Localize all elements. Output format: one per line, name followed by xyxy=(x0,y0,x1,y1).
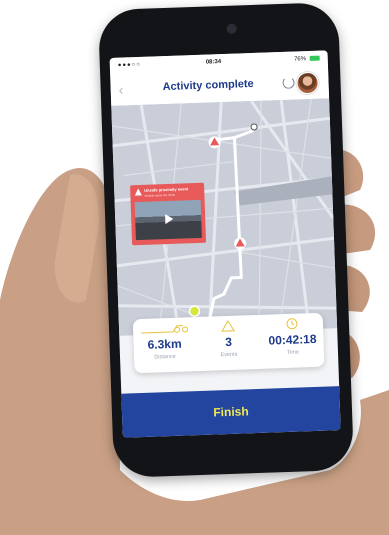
finish-button[interactable]: Finish xyxy=(121,386,341,438)
signal-indicator: ●●●○○ xyxy=(117,61,142,69)
alert-subtitle: Vehicle came too close xyxy=(144,192,176,198)
page-title: Activity complete xyxy=(162,77,254,94)
alert-title: Unsafe proximity event xyxy=(144,186,189,193)
phone: ●●●○○ 08:34 76% ‹ Activity complete Unsa… xyxy=(97,1,355,479)
status-time: 08:34 xyxy=(205,59,222,66)
warning-icon xyxy=(221,320,236,332)
bike-icon xyxy=(141,325,189,334)
phone-screen: ●●●○○ 08:34 76% ‹ Activity complete Unsa… xyxy=(109,50,341,438)
stat-time: 00:42:18 Time xyxy=(261,313,325,369)
refresh-icon[interactable] xyxy=(282,76,295,89)
stat-events: 3 Events xyxy=(197,315,261,371)
activity-stats-card: 6.3km Distance 3 Events 00:42:18 Time xyxy=(132,312,325,374)
battery-indicator: 76% xyxy=(293,55,320,63)
warning-icon xyxy=(134,188,142,196)
front-camera xyxy=(226,23,237,34)
clock-icon xyxy=(286,318,298,330)
stat-distance: 6.3km Distance xyxy=(133,317,197,373)
event-video-thumbnail[interactable] xyxy=(134,199,202,241)
time-label: Time xyxy=(286,349,300,356)
events-value: 3 xyxy=(224,334,233,350)
event-alert-card[interactable]: Unsafe proximity event Vehicle came too … xyxy=(130,182,207,246)
distance-label: Distance xyxy=(154,353,176,361)
time-value: 00:42:18 xyxy=(268,331,317,348)
events-label: Events xyxy=(220,351,238,359)
avatar[interactable] xyxy=(296,71,319,95)
chevron-left-icon[interactable]: ‹ xyxy=(118,81,123,97)
battery-percent: 76% xyxy=(293,56,307,63)
distance-value: 6.3km xyxy=(147,336,182,352)
play-icon[interactable] xyxy=(165,213,174,225)
battery-icon xyxy=(309,55,320,61)
